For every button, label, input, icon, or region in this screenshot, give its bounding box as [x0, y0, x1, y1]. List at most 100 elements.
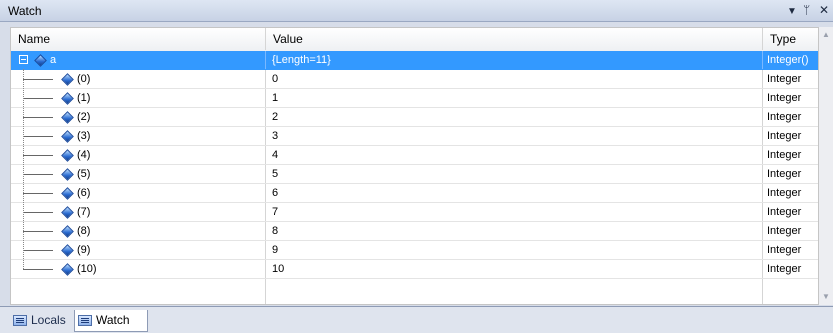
variable-name: (5)	[77, 168, 91, 180]
variable-name: (0)	[77, 73, 91, 85]
vertical-scrollbar[interactable]: ▲ ▼	[819, 27, 833, 305]
variable-value: 2	[272, 111, 279, 123]
watch-grid: Name Value Type a {Length=11} Integer() …	[10, 27, 819, 305]
tab-watch-label: Watch	[96, 313, 130, 327]
watch-row[interactable]: (1) 1 Integer	[11, 89, 818, 108]
column-divider	[762, 127, 763, 145]
column-header-row: Name Value Type	[11, 28, 818, 52]
variable-icon	[61, 187, 74, 200]
variable-type: Integer	[767, 168, 802, 180]
variable-type: Integer	[767, 73, 802, 85]
tree-connector	[23, 174, 53, 175]
locals-icon	[13, 315, 27, 326]
pin-icon[interactable]: ᛘ	[803, 3, 810, 17]
window-dropdown-icon[interactable]: ▼	[787, 5, 797, 19]
column-divider	[265, 279, 266, 304]
column-divider	[762, 241, 763, 259]
variable-name: (10)	[77, 263, 97, 275]
tree-connector	[23, 155, 53, 156]
empty-row-area	[11, 279, 818, 304]
watch-row[interactable]: (4) 4 Integer	[11, 146, 818, 165]
column-divider	[265, 184, 266, 202]
variable-value: 8	[272, 225, 279, 237]
column-divider	[762, 203, 763, 221]
variable-icon	[34, 54, 47, 67]
column-divider	[762, 184, 763, 202]
tree-guide-line	[23, 69, 24, 269]
watch-row[interactable]: (8) 8 Integer	[11, 222, 818, 241]
watch-row-parent[interactable]: a {Length=11} Integer()	[11, 51, 818, 70]
tool-window-tabs: Locals Watch	[0, 306, 833, 333]
variable-type: Integer	[767, 244, 802, 256]
watch-row[interactable]: (9) 9 Integer	[11, 241, 818, 260]
column-divider	[265, 146, 266, 164]
column-divider	[762, 108, 763, 126]
variable-value: {Length=11}	[272, 54, 331, 66]
variable-value: 1	[272, 92, 279, 104]
variable-icon	[61, 206, 74, 219]
watch-window-titlebar: Watch ▼ ᛘ ✕	[0, 0, 833, 22]
tree-connector	[23, 98, 53, 99]
watch-row[interactable]: (3) 3 Integer	[11, 127, 818, 146]
tab-locals-label: Locals	[31, 313, 66, 327]
column-divider	[762, 70, 763, 88]
variable-name: a	[50, 54, 57, 66]
tree-connector	[23, 231, 53, 232]
close-icon[interactable]: ✕	[819, 3, 829, 17]
variable-type: Integer	[767, 263, 802, 275]
variable-value: 3	[272, 130, 279, 142]
variable-name: (3)	[77, 130, 91, 142]
column-header-type[interactable]: Type	[763, 28, 818, 50]
variable-value: 7	[272, 206, 279, 218]
tab-watch[interactable]: Watch	[74, 310, 148, 332]
watch-row[interactable]: (2) 2 Integer	[11, 108, 818, 127]
column-header-value[interactable]: Value	[266, 28, 763, 50]
window-title: Watch	[8, 4, 42, 18]
variable-icon	[61, 263, 74, 276]
variable-name: (1)	[77, 92, 91, 104]
variable-icon	[61, 111, 74, 124]
variable-icon	[61, 73, 74, 86]
column-divider	[265, 260, 266, 278]
column-divider	[762, 279, 763, 304]
variable-type: Integer	[767, 130, 802, 142]
tree-connector	[23, 79, 53, 80]
tab-locals[interactable]: Locals	[10, 310, 72, 332]
column-divider	[265, 222, 266, 240]
column-divider	[762, 165, 763, 183]
variable-name: (4)	[77, 149, 91, 161]
scroll-down-icon[interactable]: ▼	[822, 292, 830, 301]
variable-type: Integer	[767, 111, 802, 123]
column-divider	[265, 165, 266, 183]
variable-value: 9	[272, 244, 279, 256]
variable-name: (9)	[77, 244, 91, 256]
column-divider	[762, 146, 763, 164]
variable-name: (2)	[77, 111, 91, 123]
watch-row[interactable]: (5) 5 Integer	[11, 165, 818, 184]
column-header-name[interactable]: Name	[11, 28, 266, 50]
column-divider	[265, 51, 266, 69]
tree-connector	[23, 117, 53, 118]
collapse-icon[interactable]	[19, 55, 28, 64]
variable-icon	[61, 149, 74, 162]
variable-type: Integer()	[767, 54, 809, 66]
watch-row[interactable]: (6) 6 Integer	[11, 184, 818, 203]
variable-type: Integer	[767, 206, 802, 218]
tree-connector	[23, 250, 53, 251]
column-divider	[265, 70, 266, 88]
variable-value: 4	[272, 149, 279, 161]
scroll-up-icon[interactable]: ▲	[822, 30, 830, 39]
variable-value: 6	[272, 187, 279, 199]
watch-row[interactable]: (10) 10 Integer	[11, 260, 818, 279]
watch-row[interactable]: (0) 0 Integer	[11, 70, 818, 89]
tree-connector	[23, 269, 53, 270]
watch-row[interactable]: (7) 7 Integer	[11, 203, 818, 222]
variable-value: 10	[272, 263, 285, 275]
column-divider	[762, 51, 763, 69]
variable-type: Integer	[767, 187, 802, 199]
variable-value: 5	[272, 168, 279, 180]
variable-icon	[61, 225, 74, 238]
variable-icon	[61, 244, 74, 257]
tree-connector	[23, 193, 53, 194]
variable-name: (7)	[77, 206, 91, 218]
